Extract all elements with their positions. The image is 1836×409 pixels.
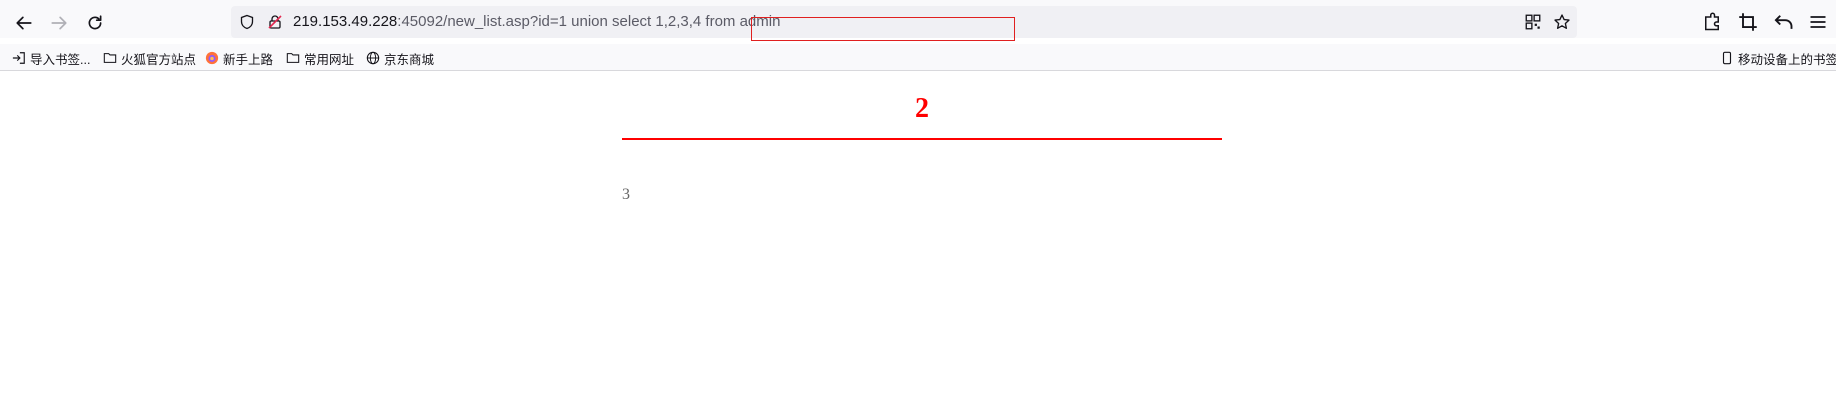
- shield-icon[interactable]: [239, 14, 255, 30]
- page-title: 2: [915, 93, 929, 124]
- bookmark-label: 火狐官方站点: [121, 52, 197, 67]
- screenshot-crop-icon[interactable]: [1738, 12, 1758, 32]
- back-arrow-icon: [16, 16, 32, 30]
- url-path: :45092/new_list.asp: [397, 13, 530, 30]
- hamburger-menu-icon[interactable]: [1808, 12, 1828, 32]
- firefox-logo-icon: [205, 51, 219, 65]
- title-divider: [622, 138, 1222, 140]
- url-query: ?id=1 union select 1,2,3,4 from admin: [529, 13, 781, 30]
- reload-icon: [88, 15, 102, 30]
- import-icon: [12, 52, 25, 64]
- folder-icon: [103, 53, 117, 63]
- forward-arrow-icon: [51, 16, 67, 30]
- bookmark-star-icon[interactable]: [1553, 13, 1571, 31]
- mobile-device-icon: [1722, 51, 1732, 65]
- bookmark-label: 常用网址: [304, 52, 355, 67]
- forward-button[interactable]: [43, 7, 75, 39]
- bookmark-jd-mall[interactable]: 京东商城: [366, 49, 434, 67]
- reload-button[interactable]: [79, 7, 111, 39]
- bookmark-label: 新手上路: [223, 52, 274, 67]
- page-body-text: 3: [622, 186, 630, 203]
- folder-icon: [286, 53, 300, 63]
- address-bar[interactable]: 219.153.49.228:45092/new_list.asp?id=1 u…: [231, 6, 1577, 41]
- qr-code-icon[interactable]: [1524, 13, 1542, 31]
- browser-toolbar: 219.153.49.228:45092/new_list.asp?id=1 u…: [0, 0, 1836, 41]
- insecure-lock-icon[interactable]: [267, 14, 283, 30]
- bookmark-common-sites[interactable]: 常用网址: [286, 49, 354, 67]
- url-host: 219.153.49.228: [293, 13, 398, 30]
- bookmark-label: 移动设备上的书签: [1738, 52, 1836, 67]
- url-text[interactable]: 219.153.49.228:45092/new_list.asp?id=1 u…: [293, 13, 780, 31]
- page-content: 2 3: [0, 71, 1836, 409]
- bookmark-getting-started[interactable]: 新手上路: [205, 49, 273, 67]
- bookmark-label: 京东商城: [384, 52, 435, 67]
- bookmark-label: 导入书签...: [30, 52, 91, 67]
- bookmark-import[interactable]: 导入书签...: [12, 49, 90, 67]
- bookmarks-toolbar: 导入书签... 火狐官方站点 新手上路 常用网址 京东商城 移动设备上的书签: [0, 44, 1836, 71]
- globe-icon: [366, 51, 380, 65]
- bookmark-mobile[interactable]: 移动设备上的书签: [1720, 49, 1836, 67]
- url-query-highlight-box: [751, 17, 1015, 41]
- extensions-icon[interactable]: [1702, 12, 1722, 32]
- back-button[interactable]: [8, 7, 40, 39]
- bookmark-firefox-official[interactable]: 火狐官方站点: [103, 49, 196, 67]
- undo-icon[interactable]: [1774, 12, 1794, 32]
